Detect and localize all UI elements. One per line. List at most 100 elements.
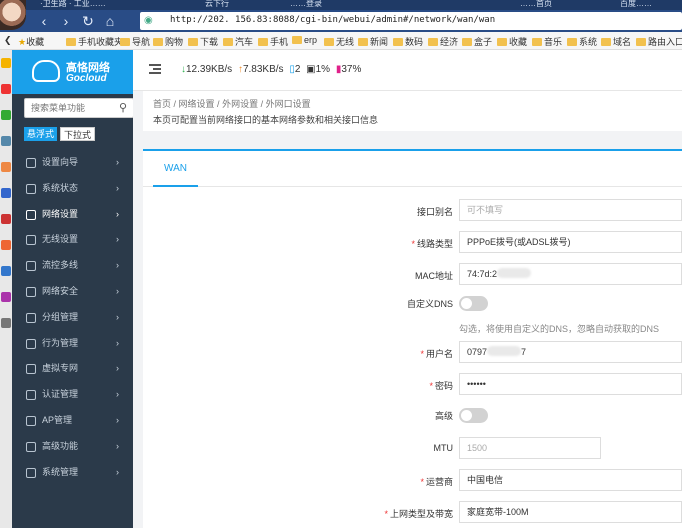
- refresh-icon[interactable]: ↻: [80, 13, 96, 29]
- isp-select[interactable]: 中国电信: [459, 469, 682, 491]
- browser-tab[interactable]: ……首页: [520, 0, 552, 10]
- game-icon[interactable]: [1, 162, 11, 172]
- browser-tab[interactable]: 百度……: [620, 0, 652, 10]
- bookmark-folder[interactable]: 下载: [188, 35, 218, 48]
- back-icon[interactable]: ‹: [36, 13, 52, 29]
- sidebar-item-security[interactable]: 网络安全 ›: [12, 279, 133, 305]
- filter-icon: [26, 338, 36, 349]
- memory-usage: 37%: [341, 64, 362, 75]
- menu-search-input[interactable]: [25, 99, 109, 117]
- folder-icon: [462, 38, 472, 46]
- app-icon[interactable]: [1, 292, 11, 302]
- gear-icon: [26, 467, 36, 478]
- user-avatar[interactable]: [0, 0, 26, 30]
- chevron-right-icon: ›: [116, 414, 119, 425]
- bookmark-folder[interactable]: 域名: [601, 35, 631, 48]
- chevron-right-icon: ›: [116, 440, 119, 451]
- bookmark-folder[interactable]: 经济: [428, 35, 458, 48]
- bookmark-folder[interactable]: 购物: [153, 35, 183, 48]
- bookmark-folder[interactable]: 手机收藏夹: [66, 35, 123, 48]
- tab-bar: WAN: [143, 151, 682, 187]
- menu-collapse-icon[interactable]: [149, 64, 161, 76]
- folder-icon: [567, 38, 577, 46]
- sidebar-item-system[interactable]: 系统管理 ›: [12, 460, 133, 486]
- browser-tab[interactable]: 云下行: [205, 0, 229, 10]
- browser-tab[interactable]: ·卫生路 · 工业……: [40, 0, 106, 10]
- linetype-select[interactable]: PPPoE拨号(或ADSL拨号): [459, 231, 682, 253]
- password-input[interactable]: ••••••: [459, 373, 682, 395]
- bandwidth-select[interactable]: 家庭宽带-100M: [459, 501, 682, 523]
- sidebar-item-auth[interactable]: 认证管理 ›: [12, 382, 133, 408]
- bookmark-folder[interactable]: 系统: [567, 35, 597, 48]
- bookmark-folder[interactable]: 无线: [324, 35, 354, 48]
- dns-label: 自定义DNS: [406, 299, 453, 309]
- cloud-logo-icon: [32, 60, 60, 82]
- sidebar-item-status[interactable]: 系统状态 ›: [12, 176, 133, 202]
- custom-dns-toggle[interactable]: [459, 296, 488, 311]
- chevron-right-icon: ›: [116, 337, 119, 348]
- video-icon[interactable]: [1, 214, 11, 224]
- wizard-icon: [26, 158, 36, 168]
- breadcrumb-wan[interactable]: 外网设置: [222, 99, 258, 109]
- mode-float-button[interactable]: 悬浮式: [24, 127, 58, 141]
- game-icon[interactable]: [1, 240, 11, 250]
- app-icon[interactable]: [1, 318, 11, 328]
- address-url[interactable]: http://202. 156.83:8088/cgi-bin/webui/ad…: [170, 15, 495, 25]
- browser-tab[interactable]: ……登录: [290, 0, 322, 10]
- chevron-right-icon: ›: [116, 208, 119, 219]
- bookmark-folder[interactable]: 路由入口: [636, 35, 682, 48]
- advanced-toggle[interactable]: [459, 408, 488, 423]
- bookmarks-toggle-icon[interactable]: ❮: [4, 35, 12, 46]
- sidebar-item-flow[interactable]: 流控多线 ›: [12, 253, 133, 279]
- search-icon[interactable]: ⚲: [119, 101, 127, 114]
- vpn-icon: [26, 364, 36, 375]
- address-bar[interactable]: ◉ http://202. 156.83:8088/cgi-bin/webui/…: [140, 12, 682, 30]
- dns-hint: 勾选，将使用自定义的DNS，忽略自动获取的DNS: [459, 324, 660, 334]
- security-icon[interactable]: ◉: [144, 15, 153, 26]
- forward-icon[interactable]: ›: [58, 13, 74, 29]
- home-icon[interactable]: ⌂: [102, 13, 118, 29]
- brand-logo[interactable]: 高恪网络 Gocloud: [12, 50, 133, 94]
- redacted-mark: [487, 346, 522, 356]
- sidebar-item-ap[interactable]: AP管理 ›: [12, 408, 133, 434]
- bookmark-folder[interactable]: 音乐: [532, 35, 562, 48]
- bookmark-favorites[interactable]: ★收藏: [18, 35, 44, 48]
- app-icon[interactable]: [1, 136, 11, 146]
- sidebar-item-groups[interactable]: 分组管理 ›: [12, 305, 133, 331]
- bookmark-folder[interactable]: 数码: [393, 35, 423, 48]
- bookmark-folder[interactable]: 导航: [120, 35, 150, 48]
- bookmark-folder[interactable]: 汽车: [223, 35, 253, 48]
- alias-input[interactable]: 可不填写: [459, 199, 682, 221]
- mac-input[interactable]: 74:7d:2: [459, 263, 682, 285]
- star-icon[interactable]: [1, 58, 11, 68]
- bookmark-folder[interactable]: erp: [292, 35, 317, 45]
- mtu-input[interactable]: 1500: [459, 437, 601, 459]
- bookmark-folder[interactable]: 盒子: [462, 35, 492, 48]
- sidebar-item-behavior[interactable]: 行为管理 ›: [12, 331, 133, 357]
- main-content: ↓12.39KB/s ↑7.83KB/s ▯2 ▣1% ▮37% 首页 / 网络…: [133, 50, 682, 528]
- sidebar-item-network[interactable]: 网络设置 ›: [12, 202, 133, 228]
- bookmark-folder[interactable]: 手机: [258, 35, 288, 48]
- breadcrumb-network[interactable]: 网络设置: [179, 99, 215, 109]
- computer-icon[interactable]: [1, 188, 11, 198]
- chevron-right-icon: ›: [116, 466, 119, 477]
- username-input[interactable]: 0797 7: [459, 341, 682, 363]
- sidebar-item-vpn[interactable]: 虚拟专网 ›: [12, 356, 133, 382]
- app-icon[interactable]: [1, 266, 11, 276]
- bookmark-folder[interactable]: 收藏: [497, 35, 527, 48]
- chat-icon[interactable]: [1, 110, 11, 120]
- tab-wan[interactable]: WAN: [153, 151, 198, 187]
- breadcrumb-home[interactable]: 首页: [153, 99, 171, 109]
- sidebar-item-wireless[interactable]: 无线设置 ›: [12, 227, 133, 253]
- folder-icon: [223, 38, 233, 46]
- sidebar-item-wizard[interactable]: 设置向导 ›: [12, 150, 133, 176]
- sidebar-item-advanced[interactable]: 高级功能 ›: [12, 434, 133, 460]
- chevron-right-icon: ›: [116, 389, 119, 400]
- weibo-icon[interactable]: [1, 84, 11, 94]
- password-label: 密码: [434, 381, 453, 391]
- folder-icon: [258, 38, 268, 46]
- app-sidebar: 高恪网络 Gocloud ⚲ 悬浮式 下拉式 设置向导› 系统状态› 网络设置›…: [12, 50, 134, 528]
- bookmark-folder[interactable]: 新闻: [358, 35, 388, 48]
- mode-dropdown-button[interactable]: 下拉式: [60, 127, 96, 141]
- breadcrumb-current: 外网口设置: [265, 99, 311, 109]
